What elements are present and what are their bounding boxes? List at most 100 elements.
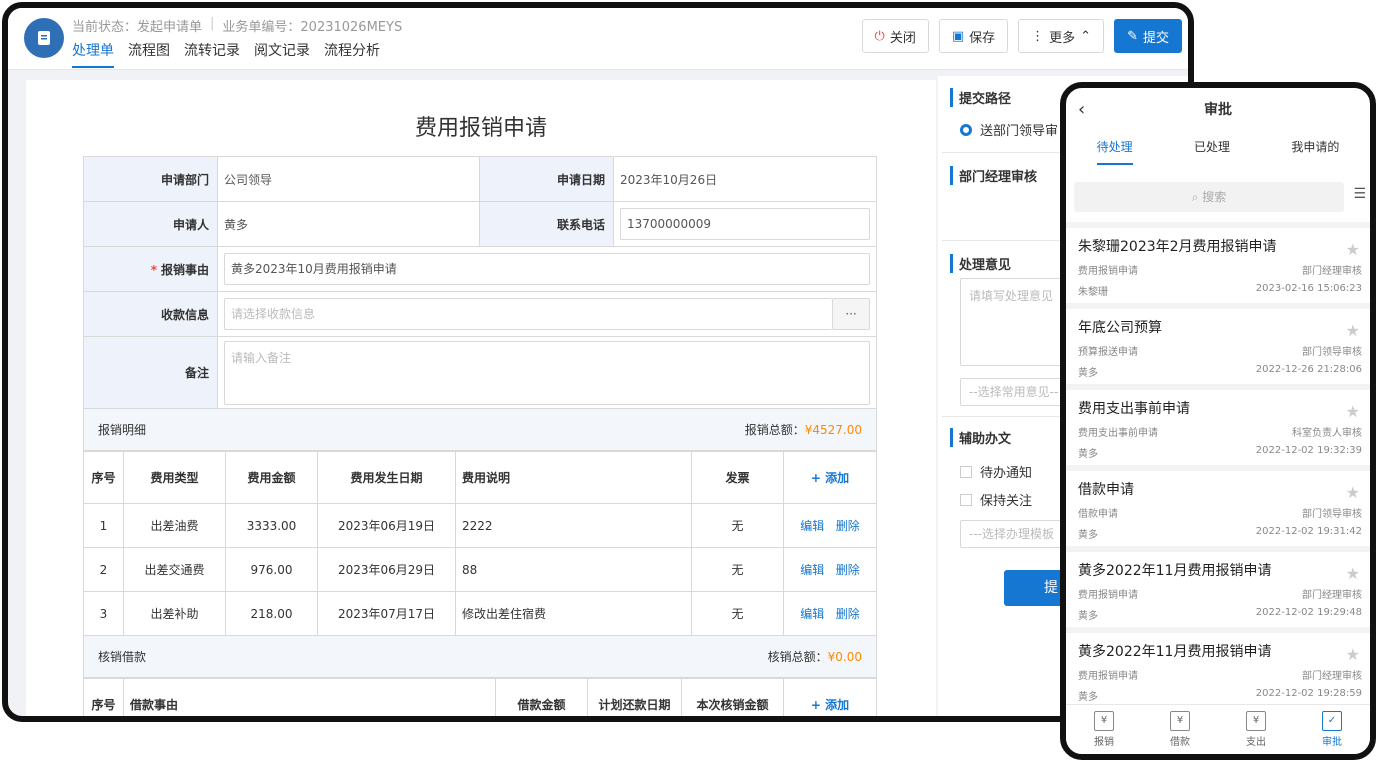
delete-link[interactable]: 删除 — [836, 607, 860, 621]
search-icon: ⌕ — [1191, 190, 1199, 204]
detail-total: 报销总额：¥4527.00 — [745, 421, 862, 438]
list-item[interactable]: 年底公司预算 ★ 预算报送申请 部门领导审核 黄多 2022-12-26 21:28… — [1066, 303, 1370, 384]
item-user: 黄多 — [1078, 530, 1098, 541]
add-detail-button[interactable]: + 添加 — [783, 451, 877, 504]
item-type: 预算报送申请 — [1078, 347, 1138, 358]
list-menu-icon[interactable]: ☰ — [1353, 186, 1366, 202]
cell-date: 2023年06月29日 — [317, 547, 456, 592]
follow-checkbox[interactable]: 保持关注 — [960, 490, 1032, 509]
edit-link[interactable]: 编辑 — [800, 607, 824, 621]
col-repay-date: 计划还款日期 — [587, 678, 682, 716]
delete-link[interactable]: 删除 — [836, 563, 860, 577]
save-label: 保存 — [969, 30, 996, 46]
detail-total-label: 报销总额： — [744, 423, 805, 437]
reason-input[interactable]: 黄多2023年10月费用报销申请 — [224, 253, 870, 285]
tab-process-form[interactable]: 处理单 — [72, 40, 114, 68]
form-row: 申请人 黄多 联系电话 13700000009 — [83, 201, 877, 247]
edit-link[interactable]: 编辑 — [800, 519, 824, 533]
item-time: 2022-12-02 19:32:39 — [1255, 445, 1362, 456]
form-row: 备注 请输入备注 — [83, 336, 877, 409]
tab-flow-records[interactable]: 流转记录 — [184, 40, 240, 68]
item-node: 部门经理审核 — [1302, 590, 1362, 601]
remark-textarea[interactable]: 请输入备注 — [224, 340, 870, 405]
item-type: 费用报销申请 — [1078, 590, 1138, 601]
follow-label: 保持关注 — [980, 494, 1033, 509]
more-label: 更多 — [1049, 30, 1076, 46]
phone-frame: ‹ 审批 待处理 已处理 我申请的 ⌕ 搜索 ☰ 朱黎珊2023年2月费用报销申… — [1060, 82, 1376, 760]
more-button[interactable]: ⋮ 更多 ⌃ — [1018, 19, 1105, 53]
col-date: 费用发生日期 — [317, 451, 456, 504]
desktop-window: 当前状态：发起申请单 | 业务单编号：20231026MEYS 处理单 流程图 … — [2, 2, 1194, 722]
notify-label: 待办通知 — [980, 466, 1033, 481]
cell-no: 1 — [83, 503, 124, 548]
form-row: 收款信息 请选择收款信息 ··· — [83, 291, 877, 337]
phone-label: 联系电话 — [479, 201, 614, 247]
list-item[interactable]: 黄多2022年11月费用报销申请 ★ 费用报销申请 部门经理审核 黄多 2022-1… — [1066, 627, 1370, 708]
add-loan-button[interactable]: + 添加 — [783, 678, 877, 716]
nav-loan[interactable]: ¥ 借款 — [1170, 711, 1190, 748]
list-item[interactable]: 朱黎珊2023年2月费用报销申请 ★ 费用报销申请 部门经理审核 朱黎珊 2023-… — [1066, 222, 1370, 303]
list-item[interactable]: 借款申请 ★ 借款申请 部门领导审核 黄多 2022-12-02 19:31:42 — [1066, 465, 1370, 546]
tab-read-records[interactable]: 阅文记录 — [254, 40, 310, 68]
required-mark: * — [150, 262, 157, 277]
path-option-radio[interactable]: 送部门领导审 — [960, 120, 1058, 139]
back-arrow-icon[interactable]: ‹ — [1078, 88, 1085, 132]
applicant-value: 黄多 — [217, 201, 480, 247]
tab-flowchart[interactable]: 流程图 — [128, 40, 170, 68]
nav-label: 报销 — [1094, 737, 1114, 748]
star-icon[interactable]: ★ — [1346, 645, 1360, 664]
delete-link[interactable]: 删除 — [836, 519, 860, 533]
path-option-label: 送部门领导审 — [980, 124, 1059, 139]
nav-label: 借款 — [1170, 737, 1190, 748]
star-icon[interactable]: ★ — [1346, 402, 1360, 421]
nav-reimburse[interactable]: ¥ 报销 — [1094, 711, 1114, 748]
submit-button[interactable]: ✎ 提交 — [1114, 19, 1182, 53]
star-icon[interactable]: ★ — [1346, 321, 1360, 340]
payee-picker-button[interactable]: ··· — [832, 298, 870, 330]
nav-expense[interactable]: ¥ 支出 — [1246, 711, 1266, 748]
list-item[interactable]: 费用支出事前申请 ★ 费用支出事前申请 科室负责人审核 黄多 2022-12-02 … — [1066, 384, 1370, 465]
col-amount: 费用金额 — [225, 451, 318, 504]
close-label: 关闭 — [889, 30, 916, 46]
star-icon[interactable]: ★ — [1346, 483, 1360, 502]
payee-input[interactable]: 请选择收款信息 — [224, 298, 832, 330]
nav-approval[interactable]: ✓ 审批 — [1322, 711, 1342, 748]
loan-section-header: 核销借款 核销总额：¥0.00 — [83, 636, 877, 678]
top-bar: 当前状态：发起申请单 | 业务单编号：20231026MEYS 处理单 流程图 … — [8, 8, 1188, 70]
cell-amount: 976.00 — [225, 547, 318, 592]
item-node: 部门经理审核 — [1302, 671, 1362, 682]
tab-flow-analysis[interactable]: 流程分析 — [324, 40, 380, 68]
cell-type: 出差油费 — [123, 503, 226, 548]
edit-icon: ✎ — [1127, 28, 1138, 44]
item-time: 2022-12-02 19:28:59 — [1255, 688, 1362, 699]
detail-total-amount: ¥4527.00 — [804, 423, 862, 437]
tab-my-requests[interactable]: 我申请的 — [1291, 138, 1339, 165]
item-node: 科室负责人审核 — [1292, 428, 1362, 439]
star-icon[interactable]: ★ — [1346, 240, 1360, 259]
cell-amount: 3333.00 — [225, 503, 318, 548]
phone-input[interactable]: 13700000009 — [620, 208, 870, 240]
yen-expense-icon: ¥ — [1246, 711, 1266, 731]
form-row: * 报销事由 黄多2023年10月费用报销申请 — [83, 246, 877, 292]
cell-date: 2023年06月19日 — [317, 503, 456, 548]
table-row: 1 出差油费 3333.00 2023年06月19日 2222 无 编辑 删除 — [83, 503, 877, 548]
path-title: 提交路径 — [950, 88, 1011, 107]
close-button[interactable]: ⏻ 关闭 — [861, 19, 929, 53]
tab-pending[interactable]: 待处理 — [1096, 138, 1133, 165]
item-title: 年底公司预算 — [1078, 320, 1162, 336]
checkbox-box — [960, 465, 972, 478]
search-input[interactable]: ⌕ 搜索 — [1074, 182, 1344, 212]
list-item[interactable]: 黄多2022年11月费用报销申请 ★ 费用报销申请 部门经理审核 黄多 2022-1… — [1066, 546, 1370, 627]
item-user: 黄多 — [1078, 611, 1098, 622]
cell-invoice: 无 — [691, 591, 784, 636]
edit-link[interactable]: 编辑 — [800, 563, 824, 577]
tab-processed[interactable]: 已处理 — [1194, 138, 1230, 165]
phone-tabs: 待处理 已处理 我申请的 — [1066, 138, 1370, 165]
item-title: 黄多2022年11月费用报销申请 — [1078, 644, 1272, 660]
remark-label: 备注 — [83, 336, 218, 409]
notify-checkbox[interactable]: 待办通知 — [960, 462, 1032, 481]
save-button[interactable]: ▣ 保存 — [938, 19, 1009, 53]
loan-total-label: 核销总额： — [767, 650, 828, 664]
star-icon[interactable]: ★ — [1346, 564, 1360, 583]
detail-header-row: 序号 费用类型 费用金额 费用发生日期 费用说明 发票 + 添加 — [83, 451, 877, 504]
